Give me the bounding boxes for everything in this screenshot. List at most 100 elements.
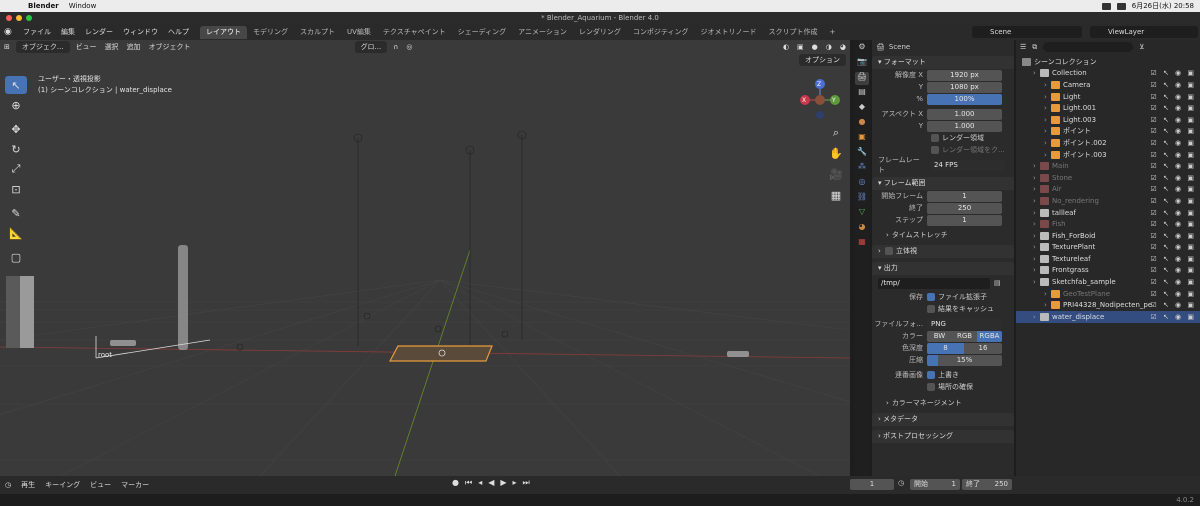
placeholders-checkbox[interactable] <box>927 383 935 391</box>
visibility-toggles-icon[interactable]: ☑ ↖ ◉ ▣ <box>1150 266 1196 274</box>
cache-result-checkbox[interactable] <box>927 305 935 313</box>
visibility-toggles-icon[interactable]: ☑ ↖ ◉ ▣ <box>1150 197 1196 205</box>
tab-rendering[interactable]: レンダリング <box>573 26 627 39</box>
orientation-selector[interactable]: グロ... <box>354 41 388 53</box>
outliner-row[interactable]: › Collection ☑ ↖ ◉ ▣ <box>1016 68 1200 80</box>
add-workspace-button[interactable]: + <box>824 26 842 39</box>
visibility-toggles-icon[interactable]: ☑ ↖ ◉ ▣ <box>1150 174 1196 182</box>
editor-type-icon[interactable]: ⊞ <box>0 43 14 51</box>
output-props-icon[interactable]: 🖨 <box>855 72 869 85</box>
expand-arrow-icon[interactable]: › <box>1044 104 1051 112</box>
outliner-search-input[interactable] <box>1043 42 1134 52</box>
jump-start-icon[interactable]: ⏮ <box>465 478 472 488</box>
visibility-toggles-icon[interactable]: ☑ ↖ ◉ ▣ <box>1150 69 1196 77</box>
3d-viewport[interactable]: root Z Y X ⊞ オブジェク... ビュー 選択 追加 オブジェクト グ… <box>0 40 850 476</box>
expand-arrow-icon[interactable]: › <box>1033 232 1040 240</box>
select-tool-icon[interactable]: ↖ <box>5 76 27 94</box>
rotate-tool-icon[interactable]: ↻ <box>5 140 27 158</box>
scale-tool-icon[interactable]: ⤢ <box>5 160 27 178</box>
expand-arrow-icon[interactable]: › <box>1033 243 1040 251</box>
menu-add[interactable]: 追加 <box>123 42 145 52</box>
ortho-grid-icon[interactable]: ▦ <box>826 189 846 207</box>
outliner-row[interactable]: › Camera ☑ ↖ ◉ ▣ <box>1016 79 1200 91</box>
visibility-toggles-icon[interactable]: ☑ ↖ ◉ ▣ <box>1150 313 1196 321</box>
fps-dropdown[interactable]: 24 FPS <box>930 159 1005 171</box>
tab-shading[interactable]: シェーディング <box>452 26 513 39</box>
transform-tool-icon[interactable]: ⊡ <box>5 180 27 198</box>
outliner-row[interactable]: › GeoTestPlane ☑ ↖ ◉ ▣ <box>1016 288 1200 300</box>
menu-marker[interactable]: マーカー <box>116 480 154 490</box>
expand-arrow-icon[interactable]: › <box>1044 93 1051 101</box>
zoom-window-icon[interactable] <box>26 15 32 21</box>
tab-sculpt[interactable]: スカルプト <box>294 26 341 39</box>
prev-key-icon[interactable]: ◂ <box>478 478 482 488</box>
depth-8-button[interactable]: 8 <box>927 342 964 354</box>
visibility-toggles-icon[interactable]: ☑ ↖ ◉ ▣ <box>1150 255 1196 263</box>
overwrite-checkbox[interactable] <box>927 371 935 379</box>
expand-arrow-icon[interactable]: › <box>1044 301 1051 309</box>
visibility-toggles-icon[interactable]: ☑ ↖ ◉ ▣ <box>1150 301 1196 309</box>
object-props-icon[interactable]: ▣ <box>855 132 869 145</box>
expand-arrow-icon[interactable]: › <box>1033 162 1040 170</box>
overlay-icon[interactable]: ◐ <box>779 43 793 51</box>
tab-texture-paint[interactable]: テクスチャペイント <box>377 26 452 39</box>
timeline-editor-icon[interactable]: ◷ <box>0 481 16 489</box>
navigation-gizmo[interactable]: Z Y X <box>800 79 840 119</box>
physics-props-icon[interactable]: ◎ <box>855 177 869 190</box>
clock[interactable]: 6月26日(水) 20:58 <box>1132 1 1194 11</box>
outliner-row[interactable]: › Textureleaf ☑ ↖ ◉ ▣ <box>1016 253 1200 265</box>
expand-arrow-icon[interactable]: › <box>1033 220 1040 228</box>
visibility-toggles-icon[interactable]: ☑ ↖ ◉ ▣ <box>1150 116 1196 124</box>
mode-selector[interactable]: オブジェク... <box>15 41 70 53</box>
filter-icon[interactable]: ⊻ <box>1139 43 1144 51</box>
proportional-edit-icon[interactable]: ◎ <box>402 43 416 51</box>
menu-edit[interactable]: 編集 <box>56 27 80 37</box>
pan-hand-icon[interactable]: ✋ <box>826 147 846 165</box>
preview-range-icon[interactable]: ◷ <box>898 479 904 487</box>
wifi-icon[interactable] <box>1101 2 1111 10</box>
scene-collection-row[interactable]: シーンコレクション <box>1016 56 1200 68</box>
tab-geometry-nodes[interactable]: ジオメトリノード <box>695 26 763 39</box>
frame-start-field[interactable]: 1 <box>927 190 1002 202</box>
data-props-icon[interactable]: ▽ <box>855 207 869 220</box>
add-cube-tool-icon[interactable]: ▢ <box>5 248 27 266</box>
next-key-icon[interactable]: ▸ <box>513 478 517 488</box>
visibility-toggles-icon[interactable]: ☑ ↖ ◉ ▣ <box>1150 139 1196 147</box>
expand-arrow-icon[interactable]: › <box>1033 255 1040 263</box>
menu-file[interactable]: ファイル <box>18 27 56 37</box>
snap-icon[interactable]: ∩ <box>389 43 402 51</box>
zoom-icon[interactable]: ⌕ <box>826 126 846 144</box>
panel-stereo-header[interactable]: › 立体視 <box>872 245 1014 258</box>
menu-keying[interactable]: キーイング <box>40 480 85 490</box>
menu-timeline-view[interactable]: ビュー <box>85 480 116 490</box>
outliner-row[interactable]: › Frontgrass ☑ ↖ ◉ ▣ <box>1016 265 1200 277</box>
visibility-toggles-icon[interactable]: ☑ ↖ ◉ ▣ <box>1150 151 1196 159</box>
visibility-toggles-icon[interactable]: ☑ ↖ ◉ ▣ <box>1150 127 1196 135</box>
tool-props-icon[interactable]: ⚙ <box>855 42 869 55</box>
cursor-tool-icon[interactable]: ⊕ <box>5 96 27 114</box>
jump-end-icon[interactable]: ⏭ <box>523 478 530 488</box>
panel-frame-range-header[interactable]: ▾ フレーム範囲 <box>872 177 1014 190</box>
expand-arrow-icon[interactable]: › <box>1044 290 1051 298</box>
shading-rendered-icon[interactable]: ◕ <box>836 43 850 51</box>
visibility-toggles-icon[interactable]: ☑ ↖ ◉ ▣ <box>1150 162 1196 170</box>
close-window-icon[interactable] <box>6 15 12 21</box>
expand-arrow-icon[interactable]: › <box>1033 174 1040 182</box>
outliner-row[interactable]: › Sketchfab_sample ☑ ↖ ◉ ▣ <box>1016 276 1200 288</box>
blender-logo-icon[interactable]: ◉ <box>4 27 18 37</box>
tab-layout[interactable]: レイアウト <box>200 25 247 39</box>
time-stretch-subpanel[interactable]: › タイムストレッチ <box>872 229 1014 241</box>
expand-arrow-icon[interactable]: › <box>1033 69 1040 77</box>
constraints-props-icon[interactable]: ⛓ <box>855 192 869 205</box>
outliner-row[interactable]: › ポイント.002 ☑ ↖ ◉ ▣ <box>1016 137 1200 149</box>
outliner-display-mode-icon[interactable]: ⧉ <box>1032 43 1037 52</box>
minimize-window-icon[interactable] <box>16 15 22 21</box>
expand-arrow-icon[interactable]: › <box>1033 209 1040 217</box>
aspect-y-field[interactable]: 1.000 <box>927 120 1002 132</box>
move-tool-icon[interactable]: ✥ <box>5 120 27 138</box>
stereo-checkbox[interactable] <box>885 247 894 255</box>
material-props-icon[interactable]: ◕ <box>855 222 869 235</box>
file-format-dropdown[interactable]: PNG <box>927 318 1002 330</box>
view-layer-props-icon[interactable]: ▤ <box>855 87 869 100</box>
expand-arrow-icon[interactable]: › <box>1044 139 1051 147</box>
